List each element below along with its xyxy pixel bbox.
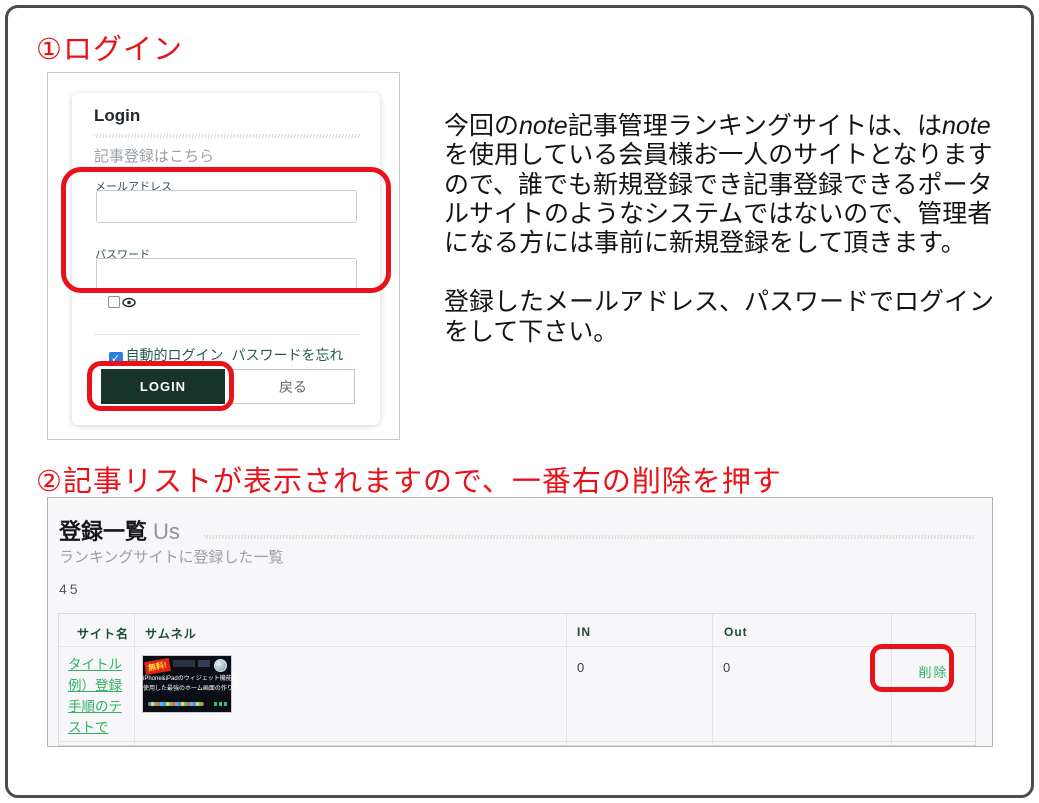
login-screenshot: Login 記事登録はこちら メールアドレス パスワード ✓自動的ログインパスワ…	[47, 72, 400, 440]
login-heading: Login	[94, 106, 140, 126]
description-paragraph-1: 今回のnote記事管理ランキングサイトは、はnoteを使用している会員様お一人の…	[444, 112, 996, 258]
site-title-link[interactable]: タイトル例）登録手順のテストです。	[68, 655, 128, 741]
next-row-sliver	[59, 741, 135, 745]
table-row-out-cell: 0	[713, 647, 892, 741]
registration-table: サイト名 サムネル IN Out タイトル例）登録手順のテストです。 無料! i…	[58, 613, 976, 746]
column-header-out: Out	[713, 614, 892, 647]
step2-title: ②記事リストが表示されますので、一番右の削除を押す	[36, 458, 782, 500]
thumbnail-image: 無料! iPhone&iPadのウィジェット機能を 使用した最強のホーム画面の作…	[142, 655, 232, 713]
description-text: 今回のnote記事管理ランキングサイトは、はnoteを使用している会員様お一人の…	[444, 112, 996, 347]
thumbnail-decoration	[173, 660, 195, 667]
clock-icon	[214, 659, 227, 672]
back-button[interactable]: 戻る	[231, 369, 355, 404]
step1-title: ①ログイン	[36, 26, 183, 68]
registration-list-screenshot: 登録一覧Us ランキングサイトに登録した一覧 45 サイト名 サムネル IN O…	[47, 497, 993, 747]
table-row-site-name-cell: タイトル例）登録手順のテストです。	[59, 647, 135, 741]
table-row-thumbnail-cell: 無料! iPhone&iPadのウィジェット機能を 使用した最強のホーム画面の作…	[135, 647, 567, 741]
table-row-in-cell: 0	[567, 647, 713, 741]
card-divider	[94, 334, 360, 335]
list-heading-suffix: Us	[153, 519, 180, 544]
auto-login-row: ✓ 自動的ログインパスワードを忘れ	[72, 345, 380, 366]
column-header-actions	[892, 614, 975, 647]
login-card: Login 記事登録はこちら メールアドレス パスワード ✓自動的ログインパスワ…	[72, 93, 380, 425]
thumbnail-decoration	[198, 660, 210, 667]
app-icons-row	[148, 702, 204, 706]
column-header-in: IN	[567, 614, 713, 647]
eye-icon	[122, 297, 136, 308]
heading-hatch-divider	[94, 134, 360, 138]
login-subheading: 記事登録はこちら	[94, 145, 214, 166]
list-subheading: ランキングサイトに登録した一覧	[59, 546, 284, 567]
app-icons-row-right	[214, 702, 227, 706]
delete-button[interactable]: 削除	[918, 665, 948, 680]
show-password-checkbox[interactable]	[108, 296, 120, 308]
description-paragraph-2: 登録したメールアドレス、パスワードでログインをして下さい。	[444, 288, 996, 347]
check-icon: ✓	[111, 353, 120, 365]
thumbnail-caption: iPhone&iPadのウィジェット機能を 使用した最強のホーム画面の作り方	[143, 674, 231, 694]
password-field[interactable]	[96, 258, 357, 291]
login-button[interactable]: LOGIN	[101, 369, 225, 404]
column-header-thumbnail: サムネル	[135, 614, 567, 647]
email-field[interactable]	[96, 190, 357, 223]
auto-login-label: 自動的ログイン	[126, 347, 224, 363]
show-password-row	[108, 296, 136, 308]
auto-login-checkbox[interactable]: ✓	[109, 352, 123, 366]
column-header-site-name: サイト名	[59, 614, 135, 647]
forgot-password-link[interactable]: パスワードを忘れ	[232, 347, 344, 363]
table-row-delete-cell: 削除	[892, 647, 975, 741]
list-heading: 登録一覧Us	[59, 514, 180, 546]
free-badge: 無料!	[144, 658, 171, 675]
list-hatch-divider	[204, 535, 974, 539]
list-count: 45	[59, 581, 81, 597]
